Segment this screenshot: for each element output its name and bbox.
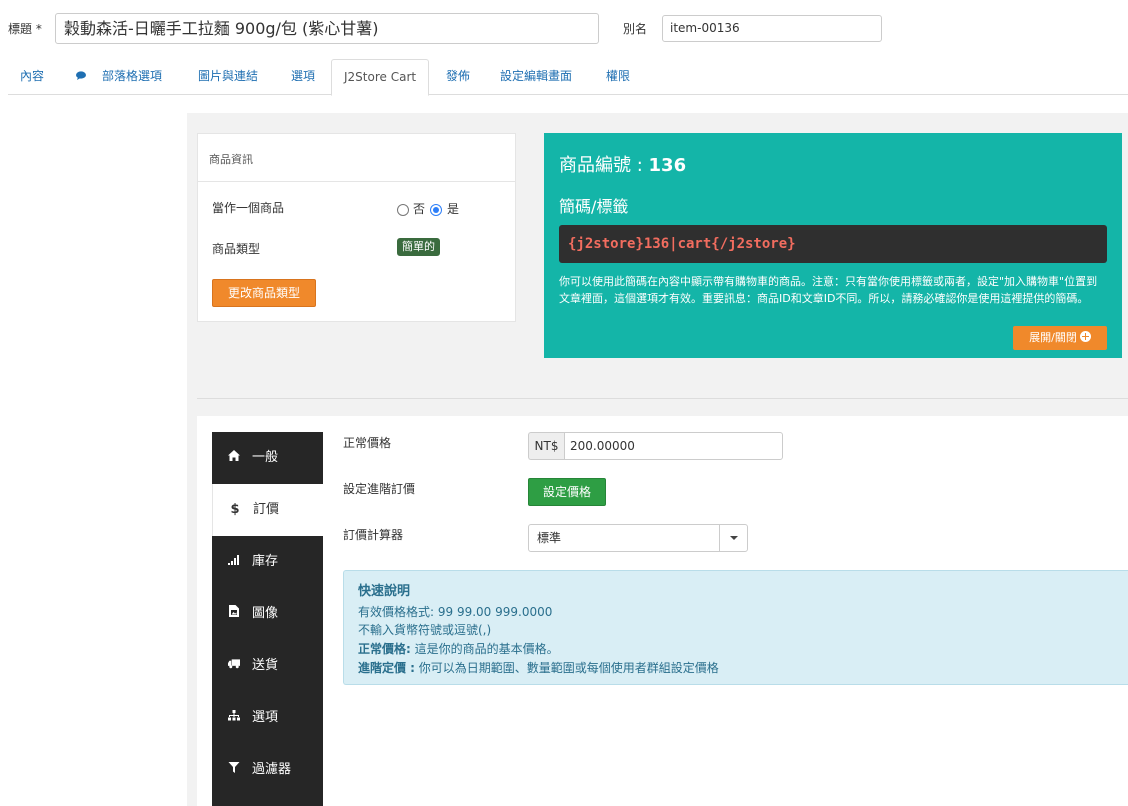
shortcode-text[interactable]: {j2store}136|cart{/j2store} bbox=[559, 225, 1107, 263]
image-file-icon bbox=[229, 605, 239, 617]
filter-icon bbox=[228, 762, 240, 773]
price-calculator-select[interactable]: 標準 bbox=[528, 524, 748, 552]
product-sidebar: 一般 $ 訂價 庫存 圖像 送貨 選項 過濾器 bbox=[212, 432, 323, 806]
shortcode-card: 商品編號 : 136 簡碼/標籤 {j2store}136|cart{/j2st… bbox=[544, 133, 1122, 358]
plus-circle-icon bbox=[1079, 331, 1091, 342]
treat-as-product-label: 當作一個商品 bbox=[212, 201, 285, 215]
help-line-format: 有效價格格式: 99 99.00 999.0000 bbox=[358, 605, 553, 619]
sidebar-item-label: 一般 bbox=[252, 450, 279, 465]
comments-icon bbox=[76, 71, 86, 80]
sidebar-item-general[interactable]: 一般 bbox=[212, 432, 323, 484]
help-title: 快速說明 bbox=[358, 584, 411, 599]
truck-icon bbox=[228, 659, 240, 669]
chevron-down-icon[interactable] bbox=[719, 525, 747, 551]
help-line-currency: 不輸入貨幣符號或逗號(,) bbox=[358, 623, 492, 637]
toggle-button-label: 展開/關閉 bbox=[1029, 331, 1077, 344]
alias-input[interactable]: item-00136 bbox=[662, 15, 882, 42]
tab-content[interactable]: 內容 bbox=[20, 59, 44, 95]
help-line-regular: 正常價格: 這是你的商品的基本價格。 bbox=[358, 640, 559, 657]
sidebar-item-shipping[interactable]: 送貨 bbox=[212, 640, 323, 692]
sidebar-item-label: 送貨 bbox=[252, 658, 279, 673]
treat-as-product-yes-radio[interactable] bbox=[430, 204, 442, 216]
advanced-pricing-label: 設定進階訂價 bbox=[343, 482, 416, 496]
product-info-header: 商品資訊 bbox=[198, 134, 515, 182]
title-row: 標題 * 穀動森活-日曬手工拉麵 900g/包 (紫心甘薯) 別名 item-0… bbox=[0, 0, 1128, 56]
sidebar-item-label: 庫存 bbox=[252, 554, 279, 569]
editor-tabs: 內容 部落格選項 圖片與連結 選項 J2Store Cart 發佈 設定編輯畫面… bbox=[8, 59, 1128, 96]
tab-images-links[interactable]: 圖片與連結 bbox=[198, 59, 258, 95]
tab-blog-options[interactable]: 部落格選項 bbox=[76, 59, 162, 95]
help-advanced-text: 你可以為日期範圍、數量範圍或每個使用者群組設定價格 bbox=[414, 661, 719, 675]
sidebar-item-filters[interactable]: 過濾器 bbox=[212, 744, 323, 796]
help-advanced-bold: 進階定價 : bbox=[358, 661, 415, 675]
shortcode-title: 簡碼/標籤 bbox=[559, 197, 629, 216]
signal-icon bbox=[228, 555, 239, 565]
regular-price-label: 正常價格 bbox=[343, 436, 392, 450]
sidebar-item-label: 選項 bbox=[252, 710, 279, 725]
price-calculator-label: 訂價計算器 bbox=[343, 528, 404, 542]
sidebar-item-inventory[interactable]: 庫存 bbox=[212, 536, 323, 588]
sitemap-icon bbox=[228, 710, 240, 721]
tab-permissions[interactable]: 權限 bbox=[606, 59, 630, 95]
radio-yes-label: 是 bbox=[447, 202, 460, 216]
sidebar-item-images[interactable]: 圖像 bbox=[212, 588, 323, 640]
divider bbox=[197, 398, 1128, 399]
sidebar-item-label: 過濾器 bbox=[252, 762, 292, 777]
dollar-icon: $ bbox=[230, 502, 240, 517]
tab-j2store-cart[interactable]: J2Store Cart bbox=[331, 59, 430, 96]
product-type-badge: 簡單的 bbox=[397, 238, 440, 256]
title-input[interactable]: 穀動森活-日曬手工拉麵 900g/包 (紫心甘薯) bbox=[55, 13, 599, 44]
tab-publishing[interactable]: 發佈 bbox=[446, 59, 470, 95]
product-id-label: 商品編號 : bbox=[559, 155, 649, 176]
tab-options[interactable]: 選項 bbox=[291, 59, 315, 95]
sidebar-item-label: 圖像 bbox=[252, 606, 279, 621]
tab-editor-config[interactable]: 設定編輯畫面 bbox=[500, 59, 572, 95]
treat-as-product-no-radio[interactable] bbox=[397, 204, 409, 216]
sidebar-item-pricing[interactable]: $ 訂價 bbox=[212, 484, 323, 536]
tab-blog-options-label: 部落格選項 bbox=[102, 69, 163, 83]
title-label: 標題 * bbox=[8, 22, 42, 36]
help-line-advanced: 進階定價 : 你可以為日期範圍、數量範圍或每個使用者群組設定價格 bbox=[358, 659, 719, 676]
toggle-button[interactable]: 展開/關閉 bbox=[1013, 326, 1107, 350]
alias-label: 別名 bbox=[623, 22, 648, 36]
quick-help-box: 快速說明 有效價格格式: 99 99.00 999.0000 不輸入貨幣符號或逗… bbox=[343, 570, 1128, 685]
help-regular-text: 這是你的商品的基本價格。 bbox=[410, 642, 559, 656]
shortcode-note: 你可以使用此簡碼在內容中顯示帶有購物車的商品。注意：只有當你使用標籤或兩者，設定… bbox=[559, 275, 1098, 305]
product-id: 商品編號 : 136 bbox=[559, 151, 686, 177]
product-type-label: 商品類型 bbox=[212, 242, 261, 256]
sidebar-item-label: 訂價 bbox=[253, 502, 280, 517]
currency-addon: NT$ bbox=[528, 432, 564, 460]
regular-price-input[interactable]: 200.00000 bbox=[564, 432, 783, 460]
home-icon bbox=[228, 450, 240, 461]
product-id-value: 136 bbox=[648, 155, 687, 176]
sidebar-item-options[interactable]: 選項 bbox=[212, 692, 323, 744]
radio-no-label: 否 bbox=[413, 202, 426, 216]
set-price-button[interactable]: 設定價格 bbox=[528, 478, 606, 506]
help-regular-bold: 正常價格: bbox=[358, 642, 411, 656]
change-product-type-button[interactable]: 更改商品類型 bbox=[212, 279, 316, 307]
price-calculator-value: 標準 bbox=[537, 531, 562, 545]
